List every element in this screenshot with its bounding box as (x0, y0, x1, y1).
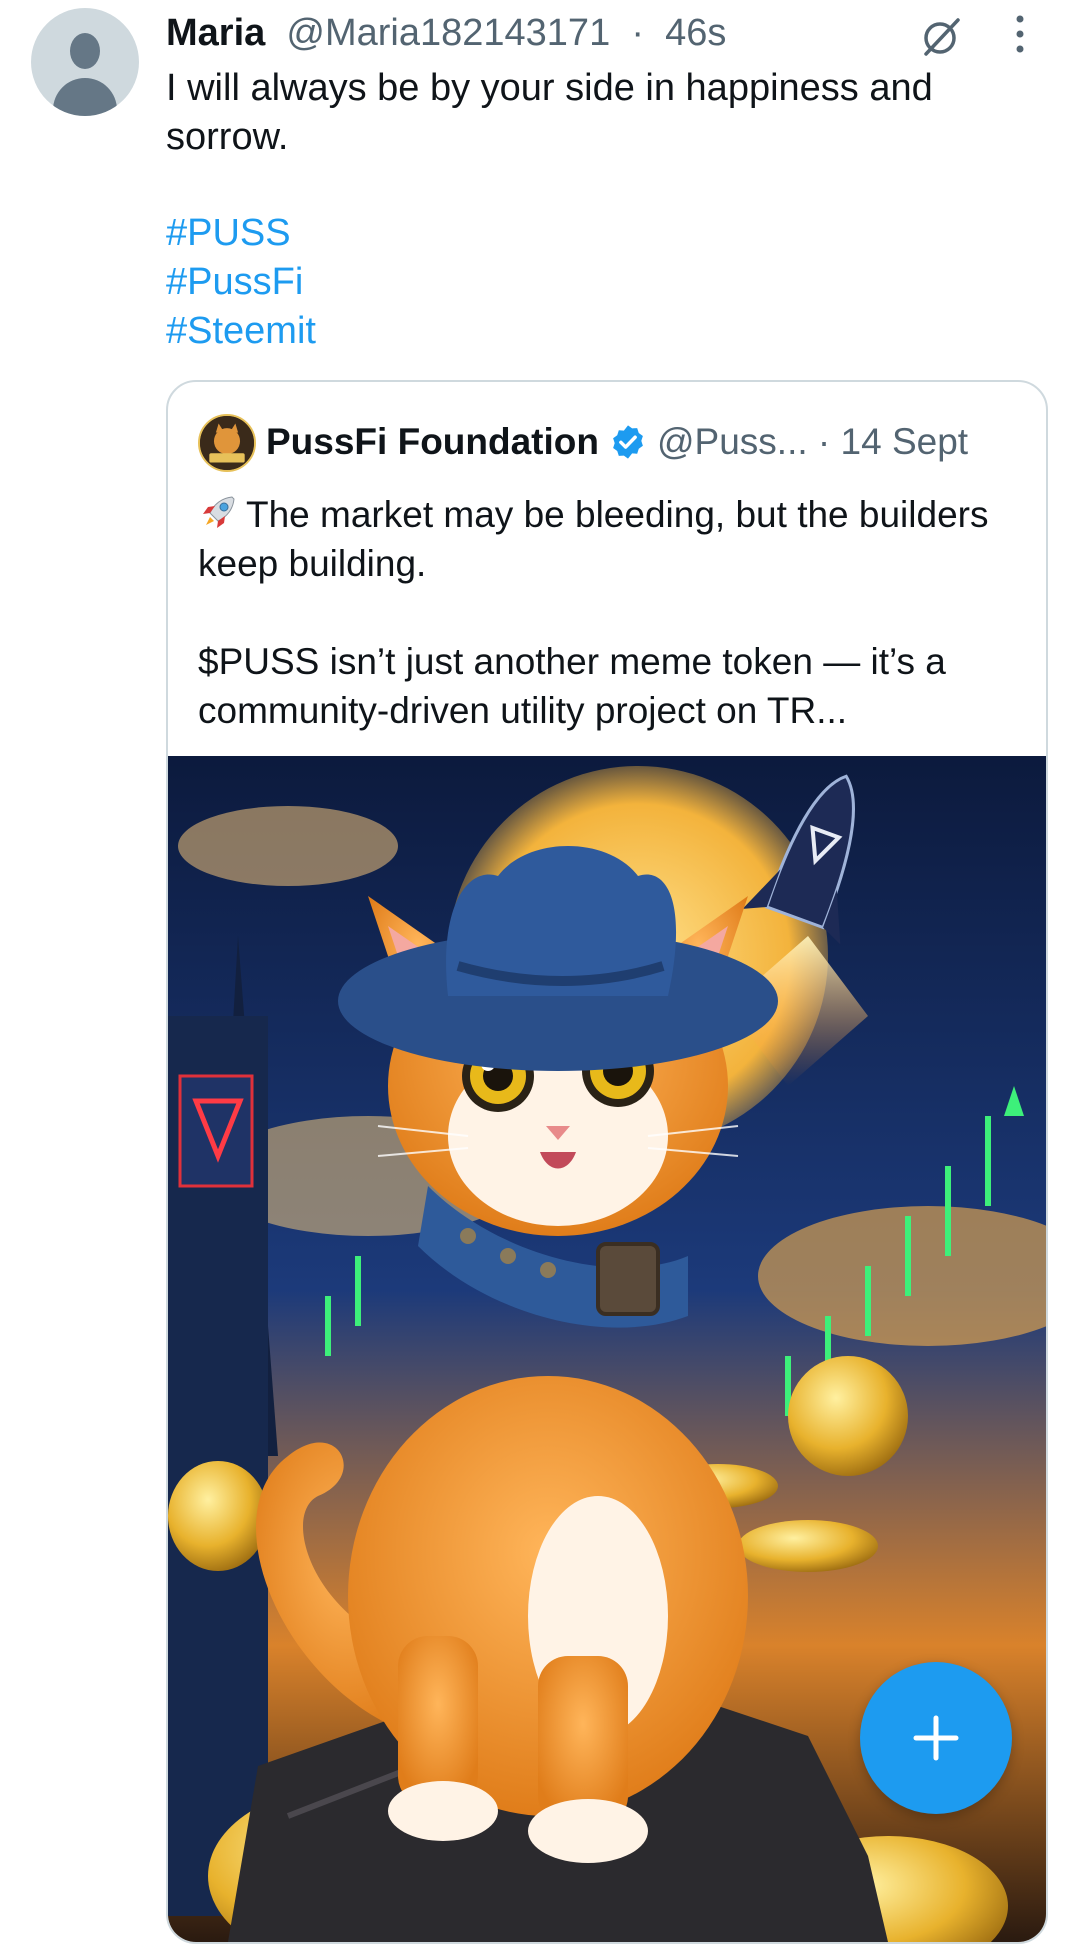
quote-date[interactable]: 14 Sept (841, 418, 969, 466)
compose-button[interactable] (860, 1662, 1012, 1814)
separator-dot: · (807, 421, 841, 462)
hashtag-link[interactable]: #PUSS (166, 209, 316, 258)
grok-icon[interactable] (918, 12, 966, 60)
quote-paragraph: $PUSS isn’t just another meme token — it… (198, 641, 946, 731)
quote-paragraph-text: The market may be bleeding, but the buil… (198, 494, 989, 584)
hashtag-link[interactable]: #PussFi (166, 258, 316, 307)
separator-dot: · (620, 12, 655, 54)
author-handle[interactable]: @Maria182143171 (276, 12, 610, 54)
rocket-emoji-icon (203, 496, 235, 528)
avatar-body-shape (53, 78, 117, 116)
tweet-text: I will always be by your side in happine… (166, 67, 933, 158)
tweet-header: Maria @Maria182143171 · 46s (166, 10, 726, 56)
author-name[interactable]: Maria (166, 12, 265, 54)
plus-icon (913, 1715, 959, 1761)
more-vertical-icon[interactable] (1010, 12, 1030, 56)
tweet-time[interactable]: 46s (665, 12, 726, 54)
hashtag-link[interactable]: #Steemit (166, 307, 316, 356)
quote-author-handle[interactable]: @Puss... (657, 418, 808, 466)
quote-paragraph: The market may be bleeding, but the buil… (198, 490, 1028, 588)
verified-badge-icon (613, 425, 643, 459)
quote-header: PussFi Foundation @Puss... · 14 Sept (266, 418, 968, 466)
hashtag-list: #PUSS #PussFi #Steemit (166, 209, 316, 356)
quote-text: The market may be bleeding, but the buil… (198, 490, 1028, 735)
quote-author-avatar[interactable] (198, 414, 256, 472)
quote-author-name[interactable]: PussFi Foundation (266, 418, 599, 466)
author-avatar[interactable] (31, 8, 139, 116)
avatar-head-shape (70, 33, 100, 69)
